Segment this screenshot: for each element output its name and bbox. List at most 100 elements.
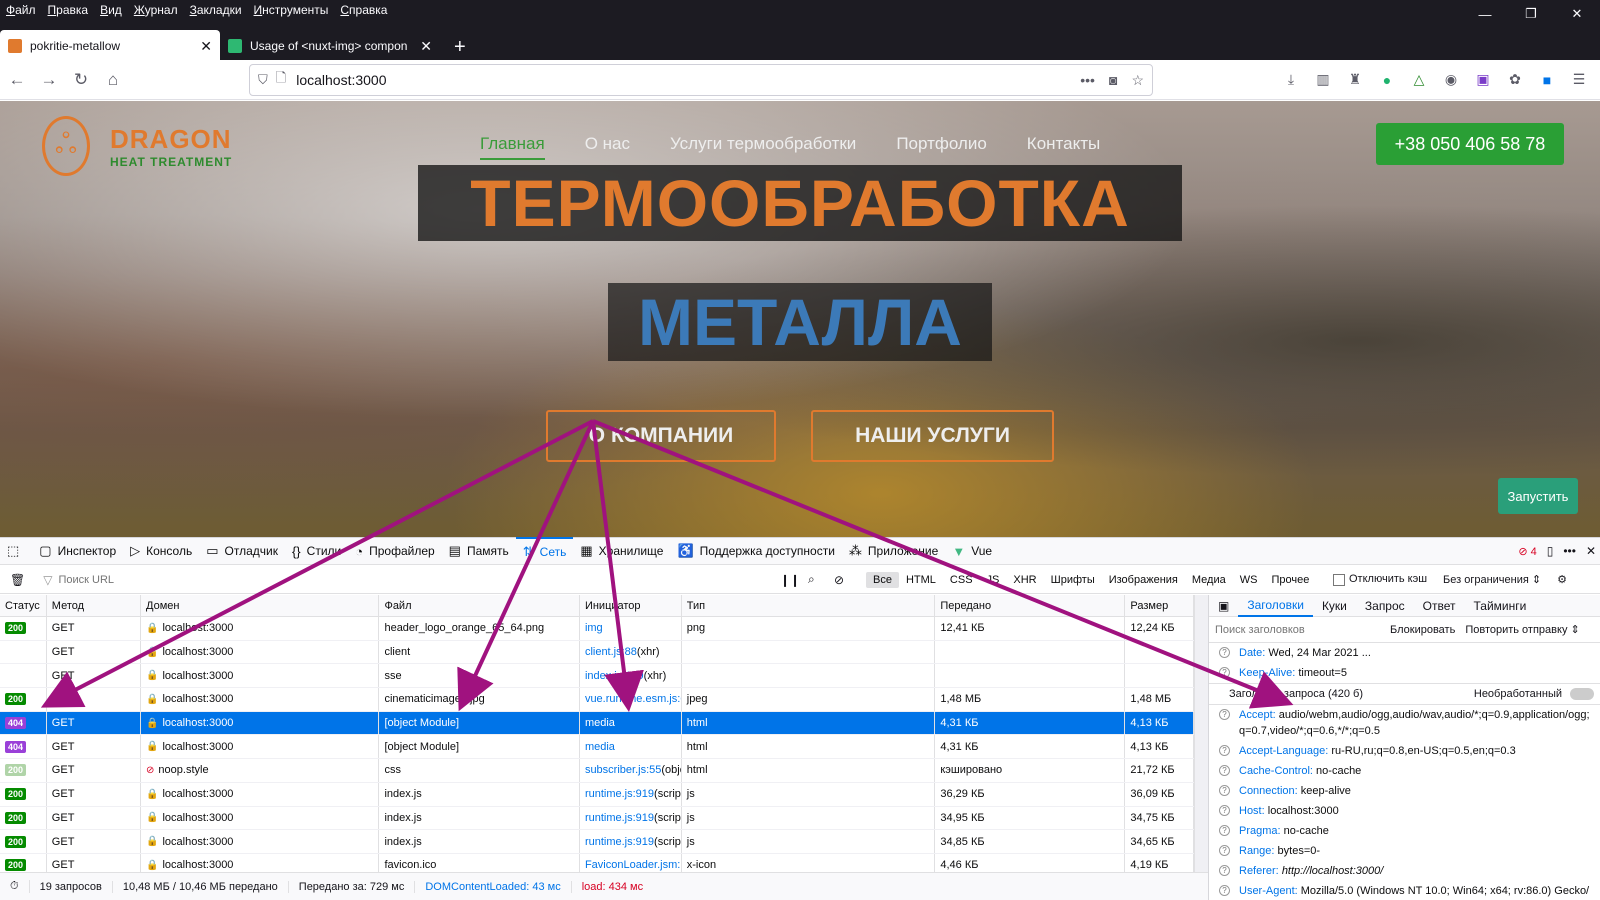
menu-history[interactable]: Журнал [134,3,178,17]
header-entry[interactable]: ? Range: bytes=0- [1209,841,1600,861]
nav-services[interactable]: Услуги термообработки [670,134,856,160]
filter-css[interactable]: CSS [943,572,980,588]
header-entry[interactable]: ? Date: Wed, 24 Mar 2021 ... [1209,643,1600,663]
tab-storage[interactable]: ▦ Хранилище [573,537,670,565]
help-icon[interactable]: ? [1219,865,1230,877]
help-icon[interactable]: ? [1219,765,1230,777]
col-size[interactable]: Размер [1125,595,1194,616]
toggle-panel-icon[interactable]: ▣ [1209,595,1238,617]
menu-view[interactable]: Вид [100,3,122,17]
menu-bookmarks[interactable]: Закладки [190,3,242,17]
col-method[interactable]: Метод [47,595,142,616]
help-icon[interactable]: ? [1219,805,1230,817]
close-tab-icon[interactable]: ✕ [420,38,432,55]
table-row[interactable]: GET 🔒 localhost:3000 sse index.js:109 (xhr) [0,664,1194,689]
filter-all[interactable]: Все [866,571,899,588]
tab-response[interactable]: Ответ [1414,595,1465,617]
downloads-icon[interactable]: ⤓ [1280,69,1302,91]
tab-pokritie[interactable]: pokritie-metallow ✕ [0,30,220,62]
back-button[interactable]: ← [2,65,32,95]
help-icon[interactable]: ? [1219,667,1230,678]
block-button[interactable]: Блокировать [1390,624,1455,636]
nav-home[interactable]: Главная [480,134,545,160]
tab-cookies[interactable]: Куки [1313,595,1356,617]
header-entry[interactable]: ? Keep-Alive: timeout=5 [1209,663,1600,683]
cell-initiator[interactable]: client.js:88 (xhr) [580,640,682,664]
trash-icon[interactable]: 🗑 [10,573,25,587]
cell-initiator[interactable]: media [580,711,682,735]
filter-html[interactable]: HTML [899,572,943,588]
throttling-select[interactable]: Без ограничения ⇕ [1443,573,1541,586]
table-row[interactable]: 200 GET 🔒 localhost:3000 index.js runtime.js:… [0,782,1194,807]
tab-nuxt-img[interactable]: Usage of <nuxt-img> compon ✕ [220,30,440,62]
filter-ws[interactable]: WS [1233,572,1265,588]
menu-help[interactable]: Справка [340,3,387,17]
help-icon[interactable]: ? [1219,745,1230,757]
col-type[interactable]: Тип [682,595,936,616]
header-entry[interactable]: ? Host: localhost:3000 [1209,801,1600,821]
phone-button[interactable]: +38 050 406 58 78 [1376,123,1564,165]
tab-network[interactable]: ⇅ Сеть [515,537,574,565]
url-bar[interactable]: ⛉ 🗋 ••• ◙ ☆ [249,64,1153,96]
minimize-button[interactable]: — [1462,0,1508,28]
block-icon[interactable]: ⊘ [834,573,844,587]
home-button[interactable]: ⌂ [98,65,128,95]
raw-toggle[interactable]: Необработанный [1474,688,1594,701]
table-row[interactable]: 200 GET ⊘ noop.style css subscriber.js:55 (ob… [0,759,1194,783]
cell-initiator[interactable]: runtime.js:919 (script) [580,806,682,830]
cell-initiator[interactable]: img [580,617,682,640]
table-row[interactable]: 200 GET 🔒 localhost:3000 index.js runtime.js:… [0,830,1194,854]
extension-6-icon[interactable]: ■ [1536,69,1558,91]
page-actions-icon[interactable]: ••• [1080,72,1095,89]
tab-application[interactable]: ⁂ Приложение [842,537,945,565]
table-row[interactable]: 200 GET 🔒 localhost:3000 header_logo_orange_… [0,617,1194,641]
header-entry[interactable]: ? User-Agent: Mozilla/5.0 (Windows NT 10.… [1209,881,1600,900]
tab-headers[interactable]: Заголовки [1238,595,1313,617]
resend-button[interactable]: Повторить отправку ⇕ [1465,623,1579,636]
tab-timings[interactable]: Тайминги [1465,595,1536,617]
help-icon[interactable]: ? [1219,785,1230,797]
extension-1-icon[interactable]: ♜ [1344,69,1366,91]
header-entry[interactable]: ? Connection: keep-alive [1209,781,1600,801]
header-entry[interactable]: ? Accept-Language: ru-RU,ru;q=0.8,en-US;q… [1209,741,1600,761]
table-row[interactable]: GET 🔒 localhost:3000 client client.js:88 (xh… [0,640,1194,665]
sidebar-icon[interactable]: ▥ [1312,69,1334,91]
help-icon[interactable]: ? [1219,885,1230,897]
table-row[interactable]: 404 GET 🔒 localhost:3000 [object Module] medi… [0,735,1194,760]
url-input[interactable] [296,72,997,88]
disable-cache-checkbox[interactable]: Отключить кэш [1333,573,1427,586]
devtools-menu-icon[interactable]: ••• [1563,544,1576,558]
menu-icon[interactable]: ☰ [1568,69,1590,91]
our-services-button[interactable]: НАШИ УСЛУГИ [811,410,1054,462]
tab-memory[interactable]: ▤ Память [442,537,516,565]
extension-4-icon[interactable]: ▣ [1472,69,1494,91]
account-icon[interactable]: ◉ [1440,69,1462,91]
table-row[interactable]: 200 GET 🔒 localhost:3000 index.js runtime.js:… [0,806,1194,831]
help-icon[interactable]: ? [1219,845,1230,857]
error-count-badge[interactable]: ⊘ 4 [1518,545,1536,558]
col-domain[interactable]: Домен [141,595,380,616]
cell-initiator[interactable]: media [580,735,682,759]
extension-3-icon[interactable]: △ [1408,69,1430,91]
header-entry[interactable]: ? Cache-Control: no-cache [1209,761,1600,781]
menu-tools[interactable]: Инструменты [254,3,329,17]
settings-gear-icon[interactable]: ⚙ [1557,573,1567,586]
filter-other[interactable]: Прочее [1264,572,1316,588]
menu-file[interactable]: Файл [6,3,36,17]
col-transferred[interactable]: Передано [935,595,1126,616]
cell-initiator[interactable]: vue.runtime.esm.js:677... [580,688,682,711]
dock-icon[interactable]: ▯ [1547,544,1554,558]
col-status[interactable]: Статус [0,595,47,616]
header-entry[interactable]: ? Pragma: no-cache [1209,821,1600,841]
filter-media[interactable]: Медиа [1185,572,1233,588]
element-picker-icon[interactable]: ⬚ [0,537,32,565]
run-button[interactable]: Запустить [1498,478,1578,514]
extension-5-icon[interactable]: ✿ [1504,69,1526,91]
nav-portfolio[interactable]: Портфолио [896,134,986,160]
site-logo[interactable]: ஃ DRAGON HEAT TREATMENT [42,116,232,176]
request-headers-section[interactable]: Заголовки запроса (420 б) Необработанный [1209,683,1600,706]
tab-console[interactable]: ▷ Консоль [123,537,199,565]
nav-contacts[interactable]: Контакты [1027,134,1100,160]
filter-fonts[interactable]: Шрифты [1044,572,1102,588]
about-company-button[interactable]: О КОМПАНИИ [546,410,776,462]
